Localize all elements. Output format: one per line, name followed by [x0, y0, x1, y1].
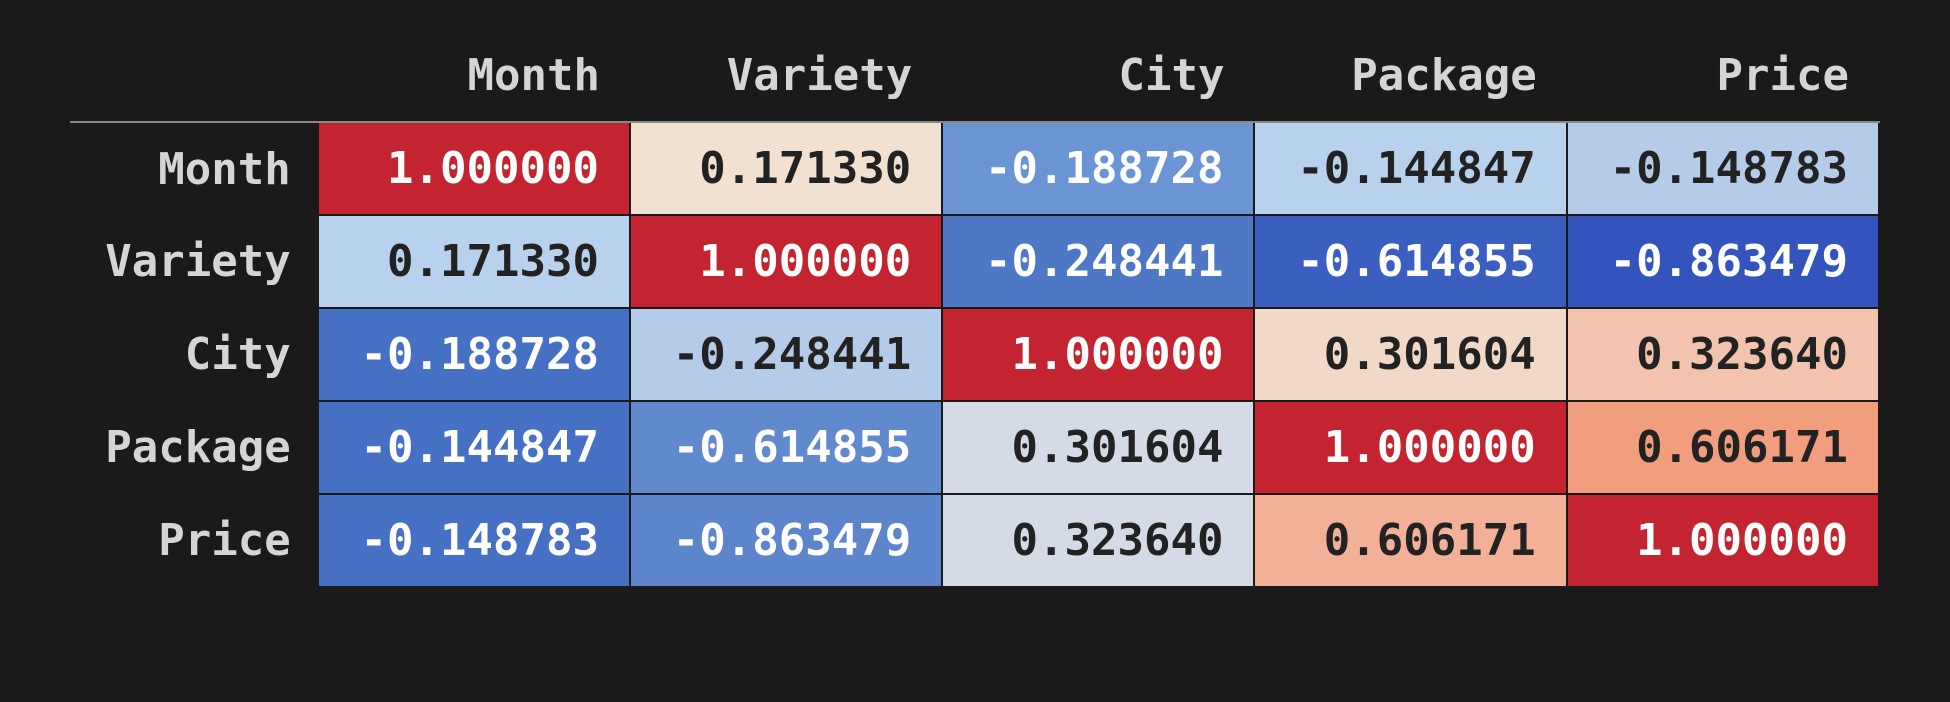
table-row: Month 1.000000 0.171330 -0.188728 -0.144… [70, 122, 1879, 215]
heatmap-cell: 0.323640 [1567, 308, 1879, 401]
heatmap-cell: -0.248441 [942, 215, 1254, 308]
heatmap-cell: -0.148783 [1567, 122, 1879, 215]
heatmap-cell: -0.614855 [1254, 215, 1566, 308]
heatmap-cell: -0.863479 [1567, 215, 1879, 308]
heatmap-cell: 0.606171 [1254, 494, 1566, 587]
table-row: Price -0.148783 -0.863479 0.323640 0.606… [70, 494, 1879, 587]
heatmap-body: Month 1.000000 0.171330 -0.188728 -0.144… [70, 122, 1879, 587]
row-header: Price [70, 494, 318, 587]
heatmap-cell: 0.606171 [1567, 401, 1879, 494]
heatmap-cell: 1.000000 [630, 215, 942, 308]
heatmap-cell: -0.188728 [942, 122, 1254, 215]
col-header: Variety [630, 30, 942, 122]
col-header: Price [1567, 30, 1879, 122]
heatmap-cell: 0.301604 [1254, 308, 1566, 401]
heatmap-cell: 0.323640 [942, 494, 1254, 587]
heatmap-cell: 0.301604 [942, 401, 1254, 494]
heatmap-cell: 1.000000 [1254, 401, 1566, 494]
col-header: Month [318, 30, 630, 122]
heatmap-wrapper: Month Variety City Package Price Month 1… [0, 0, 1950, 618]
heatmap-cell: -0.863479 [630, 494, 942, 587]
corner-cell [70, 30, 318, 122]
heatmap-cell: -0.144847 [318, 401, 630, 494]
heatmap-cell: 1.000000 [1567, 494, 1879, 587]
heatmap-cell: -0.188728 [318, 308, 630, 401]
heatmap-cell: -0.614855 [630, 401, 942, 494]
col-header: City [942, 30, 1254, 122]
row-header: City [70, 308, 318, 401]
row-header: Package [70, 401, 318, 494]
heatmap-cell: -0.148783 [318, 494, 630, 587]
heatmap-cell: 0.171330 [318, 215, 630, 308]
heatmap-cell: -0.248441 [630, 308, 942, 401]
heatmap-cell: 0.171330 [630, 122, 942, 215]
heatmap-cell: -0.144847 [1254, 122, 1566, 215]
table-row: Package -0.144847 -0.614855 0.301604 1.0… [70, 401, 1879, 494]
col-header: Package [1254, 30, 1566, 122]
heatmap-cell: 1.000000 [942, 308, 1254, 401]
table-row: City -0.188728 -0.248441 1.000000 0.3016… [70, 308, 1879, 401]
row-header: Variety [70, 215, 318, 308]
heatmap-cell: 1.000000 [318, 122, 630, 215]
table-row: Variety 0.171330 1.000000 -0.248441 -0.6… [70, 215, 1879, 308]
correlation-heatmap: Month Variety City Package Price Month 1… [70, 30, 1880, 588]
row-header: Month [70, 122, 318, 215]
